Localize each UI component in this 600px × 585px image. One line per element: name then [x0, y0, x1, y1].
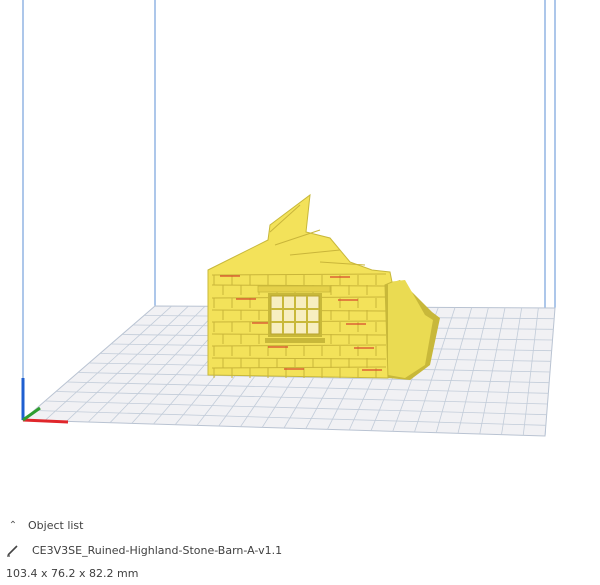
- viewport-canvas[interactable]: [0, 0, 600, 505]
- object-dimensions: 103.4 x 76.2 x 82.2 mm: [6, 567, 139, 580]
- object-list-label: Object list: [28, 519, 84, 532]
- barn-model[interactable]: [207, 193, 440, 380]
- axis-x: [22, 418, 69, 424]
- object-name: CE3V3SE_Ruined-Highland-Stone-Barn-A-v1.…: [32, 543, 283, 557]
- object-list-toggle[interactable]: ⌃ Object list: [6, 519, 84, 532]
- dimensions-row: 103.4 x 76.2 x 82.2 mm: [6, 567, 138, 580]
- pencil-icon[interactable]: [6, 543, 20, 557]
- window-lintel: [257, 285, 331, 293]
- 3d-viewport[interactable]: [0, 0, 600, 505]
- object-name-row[interactable]: CE3V3SE_Ruined-Highland-Stone-Barn-A-v1.…: [6, 543, 282, 557]
- object-panel: ⌃ Object list CE3V3SE_Ruined-Highland-St…: [0, 505, 600, 585]
- barn-window: [265, 293, 325, 343]
- chevron-up-icon: ⌃: [8, 520, 18, 531]
